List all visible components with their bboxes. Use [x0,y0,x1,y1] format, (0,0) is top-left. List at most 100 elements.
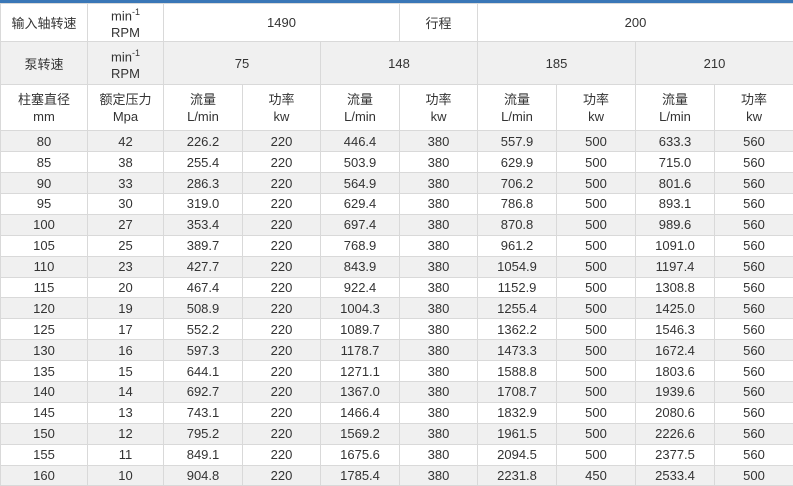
table-row: 11023427.7220843.93801054.95001197.4560 [1,256,793,277]
flow-value-cell: 1367.0 [321,382,400,403]
power-value-cell: 500 [557,319,636,340]
power-value-cell: 220 [243,235,321,256]
power-value-cell: 220 [243,444,321,465]
power-value-cell: 500 [557,402,636,423]
flow-value-cell: 1004.3 [321,298,400,319]
power-value-cell: 560 [715,402,793,423]
power-value-cell: 560 [715,361,793,382]
power-value-cell: 450 [557,465,636,486]
power-header: 功率kw [715,85,793,131]
flow-value-cell: 1091.0 [636,235,715,256]
table-row: 13016597.32201178.73801473.35001672.4560 [1,340,793,361]
spec-table-body: 8042226.2220446.4380557.9500633.35608538… [1,131,793,486]
pump-speed-value-185: 185 [478,42,636,85]
flow-value-cell: 446.4 [321,131,400,152]
rated-pressure-cell: 19 [88,298,164,319]
flow-value-cell: 1546.3 [636,319,715,340]
table-row: 14513743.12201466.43801832.95002080.6560 [1,402,793,423]
power-value-cell: 220 [243,465,321,486]
power-value-cell: 220 [243,361,321,382]
power-value-cell: 220 [243,340,321,361]
power-value-cell: 220 [243,402,321,423]
power-value-cell: 220 [243,152,321,173]
rated-pressure-cell: 20 [88,277,164,298]
plunger-diameter-cell: 120 [1,298,88,319]
table-row: 13515644.12201271.13801588.85001803.6560 [1,361,793,382]
rated-pressure-cell: 42 [88,131,164,152]
table-row: 11520467.4220922.43801152.95001308.8560 [1,277,793,298]
plunger-diameter-cell: 100 [1,214,88,235]
flow-value-cell: 2377.5 [636,444,715,465]
power-value-cell: 560 [715,131,793,152]
table-row: 9033286.3220564.9380706.2500801.6560 [1,173,793,194]
rated-pressure-cell: 10 [88,465,164,486]
power-value-cell: 560 [715,173,793,194]
power-value-cell: 500 [557,298,636,319]
power-value-cell: 220 [243,214,321,235]
power-value-cell: 220 [243,319,321,340]
power-value-cell: 380 [400,235,478,256]
table-row: 15012795.22201569.23801961.55002226.6560 [1,423,793,444]
pump-speed-unit-cell: min-1 RPM [88,42,164,85]
column-header-row: 柱塞直径mm 额定压力Mpa 流量L/min 功率kw 流量L/min 功率kw [1,85,793,131]
flow-value-cell: 692.7 [164,382,243,403]
flow-value-cell: 508.9 [164,298,243,319]
flow-value-cell: 629.4 [321,194,400,215]
power-header: 功率kw [557,85,636,131]
power-value-cell: 560 [715,214,793,235]
flow-header: 流量L/min [478,85,557,131]
flow-value-cell: 389.7 [164,235,243,256]
power-value-cell: 380 [400,444,478,465]
flow-value-cell: 2094.5 [478,444,557,465]
flow-value-cell: 768.9 [321,235,400,256]
rated-pressure-cell: 13 [88,402,164,423]
power-value-cell: 560 [715,256,793,277]
table-row: 12517552.22201089.73801362.25001546.3560 [1,319,793,340]
flow-value-cell: 2231.8 [478,465,557,486]
rated-pressure-cell: 16 [88,340,164,361]
power-value-cell: 500 [557,277,636,298]
pump-speed-value-148: 148 [321,42,478,85]
flow-value-cell: 1054.9 [478,256,557,277]
rated-pressure-cell: 30 [88,194,164,215]
flow-value-cell: 706.2 [478,173,557,194]
flow-value-cell: 961.2 [478,235,557,256]
pump-speed-value-210: 210 [636,42,793,85]
flow-value-cell: 1362.2 [478,319,557,340]
power-value-cell: 220 [243,382,321,403]
pump-speed-row: 泵转速 min-1 RPM 75 148 185 210 [1,42,793,85]
flow-value-cell: 2080.6 [636,402,715,423]
flow-value-cell: 697.4 [321,214,400,235]
power-value-cell: 380 [400,361,478,382]
power-value-cell: 380 [400,131,478,152]
plunger-diameter-cell: 160 [1,465,88,486]
power-value-cell: 380 [400,319,478,340]
power-value-cell: 500 [557,340,636,361]
flow-value-cell: 564.9 [321,173,400,194]
power-value-cell: 220 [243,173,321,194]
plunger-diameter-cell: 105 [1,235,88,256]
flow-value-cell: 633.3 [636,131,715,152]
unit-min-rpm: min-1 [88,45,163,65]
power-value-cell: 380 [400,423,478,444]
rated-pressure-cell: 33 [88,173,164,194]
power-value-cell: 560 [715,194,793,215]
flow-value-cell: 353.4 [164,214,243,235]
table-row: 9530319.0220629.4380786.8500893.1560 [1,194,793,215]
flow-value-cell: 843.9 [321,256,400,277]
rated-pressure-cell: 17 [88,319,164,340]
power-value-cell: 500 [557,173,636,194]
flow-value-cell: 1255.4 [478,298,557,319]
pump-spec-table: 输入轴转速 min-1 RPM 1490 行程 200 泵转速 min-1 RP… [0,3,793,486]
power-value-cell: 560 [715,235,793,256]
stroke-label: 行程 [400,4,478,42]
power-value-cell: 380 [400,402,478,423]
flow-value-cell: 1708.7 [478,382,557,403]
flow-value-cell: 557.9 [478,131,557,152]
flow-value-cell: 1466.4 [321,402,400,423]
power-value-cell: 560 [715,382,793,403]
input-speed-row: 输入轴转速 min-1 RPM 1490 行程 200 [1,4,793,42]
plunger-diameter-cell: 140 [1,382,88,403]
input-shaft-speed-label: 输入轴转速 [1,4,88,42]
flow-value-cell: 904.8 [164,465,243,486]
